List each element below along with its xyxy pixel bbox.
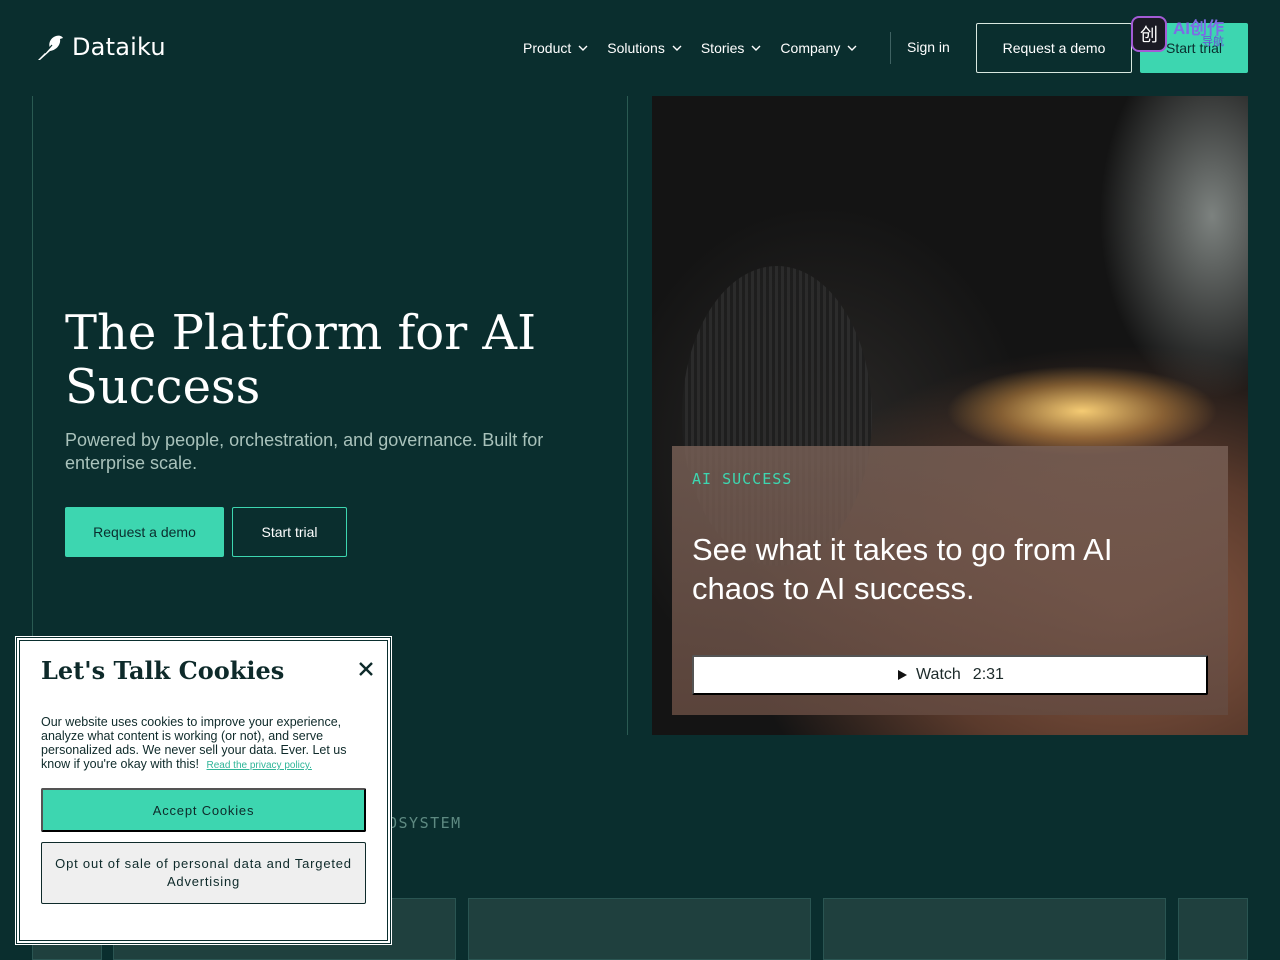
ai-badge-sub: 导航 <box>1202 36 1224 48</box>
ecosystem-card[interactable] <box>468 898 811 960</box>
cookie-body: Our website uses cookies to improve your… <box>41 715 366 773</box>
nav-label: Product <box>523 40 572 56</box>
chevron-down-icon <box>672 45 682 51</box>
nav-item-stories[interactable]: Stories <box>701 40 763 56</box>
chevron-down-icon <box>578 45 588 51</box>
bird-logo-icon <box>38 35 63 60</box>
watch-video-button[interactable]: Watch 2:31 <box>692 655 1208 695</box>
video-card: AI SUCCESS See what it takes to go from … <box>672 446 1228 715</box>
hero-start-trial-button[interactable]: Start trial <box>232 507 347 557</box>
logo-text: Dataiku <box>72 33 166 61</box>
cookie-consent-dialog: Let's Talk Cookies Our website uses cook… <box>16 637 391 944</box>
video-duration: 2:31 <box>972 666 1004 683</box>
accept-cookies-button[interactable]: Accept Cookies <box>41 788 366 832</box>
hero-frame-line <box>627 96 628 735</box>
close-icon[interactable] <box>355 658 377 680</box>
video-card-title: See what it takes to go from AI chaos to… <box>692 532 1113 606</box>
ai-badge-main: AI创作 <box>1173 19 1224 38</box>
nav-label: Solutions <box>607 40 665 56</box>
video-card-eyebrow: AI SUCCESS <box>692 470 793 488</box>
ai-nav-extension-badge[interactable]: 创 AI创作 导航 <box>1131 14 1224 54</box>
nav-divider <box>890 32 891 64</box>
nav-item-company[interactable]: Company <box>780 40 858 56</box>
chevron-down-icon <box>847 45 857 51</box>
ai-badge-text: AI创作 导航 <box>1173 20 1224 48</box>
opt-out-button[interactable]: Opt out of sale of personal data and Tar… <box>41 842 366 904</box>
play-icon <box>898 670 908 680</box>
main-nav: Product Solutions Stories Company <box>523 38 876 58</box>
chevron-down-icon <box>751 45 761 51</box>
nav-item-product[interactable]: Product <box>523 40 589 56</box>
dataiku-logo[interactable]: Dataiku <box>36 30 166 64</box>
header-request-demo-button[interactable]: Request a demo <box>976 23 1132 73</box>
nav-label: Stories <box>700 40 745 56</box>
privacy-policy-link[interactable]: Read the privacy policy. <box>207 760 312 771</box>
nav-label: Company <box>780 40 841 56</box>
hero-title: The Platform for AI Success <box>65 305 537 415</box>
hero-request-demo-button[interactable]: Request a demo <box>65 507 224 557</box>
cookie-title: Let's Talk Cookies <box>41 656 285 685</box>
sign-in-link[interactable]: Sign in <box>907 39 950 55</box>
ecosystem-card[interactable] <box>1178 898 1248 960</box>
ecosystem-label: OSYSTEM <box>388 814 462 832</box>
watch-label: Watch <box>916 666 961 683</box>
hero-frame-line <box>32 96 33 638</box>
ecosystem-card[interactable] <box>823 898 1166 960</box>
hero-subtitle: Powered by people, orchestration, and go… <box>65 430 544 473</box>
site-header: Dataiku Product Solutions Stories Compan… <box>0 0 1280 96</box>
ai-badge-icon: 创 <box>1131 16 1167 52</box>
nav-item-solutions[interactable]: Solutions <box>607 40 683 56</box>
